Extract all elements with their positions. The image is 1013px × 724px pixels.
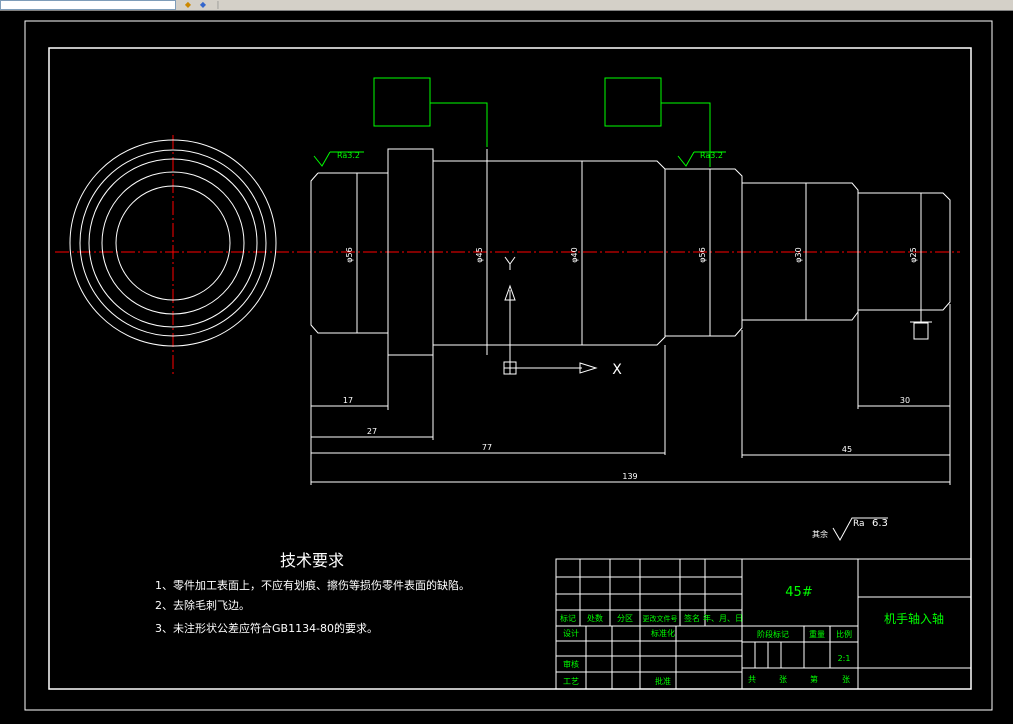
row-label-zone: 分区 [617,614,633,623]
command-input[interactable] [0,0,176,10]
page-unit-label: 张 [842,675,850,684]
dia-label-5: φ30 [794,247,803,262]
rest-label: 其余 [812,529,828,539]
ratio-label: 比例 [836,629,852,639]
row-label-file: 更改文件号 [643,614,678,623]
linear-dims [310,304,951,485]
stage-mark-label: 阶段标记 [757,629,789,639]
dim-27: 27 [367,427,377,436]
rest-val: 6.3 [872,518,888,529]
notes-title: 技术要求 [280,551,344,570]
note-3: 3、未注形状公差应符合GB1134-80的要求。 [155,621,378,635]
approve-label: 批准 [655,676,671,686]
weight-label: 重量 [809,629,825,639]
toolbar: ◆ ◆ | [0,0,1013,11]
rest-ra: Ra [853,519,865,529]
dim-139: 139 [622,472,637,481]
standardize-label: 标准化 [651,628,675,638]
layer-icon[interactable]: ◆ [182,0,194,9]
dia-label-3: φ40 [570,247,579,262]
process-label: 工艺 [563,677,579,686]
dia-label-1: φ56 [345,247,354,262]
dim-77: 77 [482,443,492,452]
dia-label-6: φ25 [909,247,918,262]
review-label: 审核 [563,659,579,669]
dim-45: 45 [842,445,852,454]
properties-icon[interactable]: ◆ [197,0,209,9]
row-label-sign: 签名 [684,613,700,623]
note-1: 1、零件加工表面上，不应有划痕、擦伤等损伤零件表面的缺陷。 [155,578,470,592]
sheet-unit-label: 张 [779,675,787,684]
row-label-count: 处数 [587,613,603,623]
page-label: 第 [810,674,818,684]
toolbar-separator: | [216,0,220,9]
datum-symbol [910,310,932,340]
ucs-x-label: X [612,362,622,378]
design-label: 设计 [563,628,579,638]
row-label-date: 年、月、日 [703,613,743,623]
material-label: 45# [785,585,812,600]
dim-17: 17 [343,396,353,405]
part-name: 机手轴入轴 [884,611,944,626]
scale-value: 2:1 [838,654,851,663]
total-label: 共 [748,675,756,684]
row-label-mark: 标记 [560,613,576,623]
drawing-canvas[interactable]: φ56 φ45 φ40 φ56 φ30 φ25 X 17 27 77 139 4… [0,11,1013,724]
dia-label-4: φ56 [698,247,707,262]
ra-label-1: Ra3.2 [337,151,360,160]
dia-label-2: φ45 [475,247,484,262]
ra-label-2: Ra3.2 [700,151,723,160]
tolerance-frames [313,77,726,167]
note-2: 2、去除毛刺飞边。 [155,598,250,612]
dim-30: 30 [900,396,910,405]
